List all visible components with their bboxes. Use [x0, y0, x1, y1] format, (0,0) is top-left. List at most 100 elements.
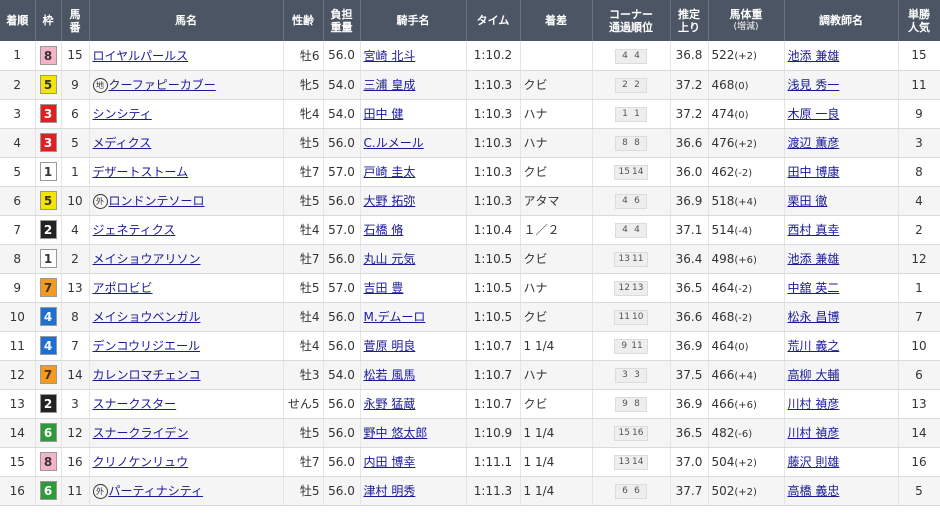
horse-link[interactable]: クーファピーカブー — [109, 78, 216, 92]
trainer-link[interactable]: 木原 一良 — [788, 107, 840, 121]
trainer-cell: 西村 真幸 — [784, 215, 899, 245]
jockey-cell: 野中 悠太郎 — [360, 418, 467, 448]
rank-cell: 11 — [0, 331, 36, 361]
frame-badge: 3 — [39, 104, 57, 123]
trainer-link[interactable]: 池添 兼雄 — [788, 49, 840, 63]
corner-positions: 46 — [615, 194, 647, 209]
corner-positions: 9 11 — [614, 339, 648, 354]
trainer-link[interactable]: 中舘 英二 — [788, 281, 840, 295]
horse-num-cell: 16 — [61, 447, 90, 477]
jockey-link[interactable]: 大野 拓弥 — [364, 194, 416, 208]
horse-num-cell: 1 — [61, 157, 90, 187]
body-weight-cell: 504(+2) — [708, 447, 785, 477]
horse-num-cell: 7 — [61, 331, 90, 361]
jockey-link[interactable]: 石橋 脩 — [364, 223, 404, 237]
trainer-link[interactable]: 栗田 徹 — [788, 194, 828, 208]
header-body-weight: 馬体重 (増減) — [708, 0, 785, 41]
popularity-cell: 5 — [898, 476, 940, 506]
rank-cell: 6 — [0, 186, 36, 216]
trainer-link[interactable]: 荒川 義之 — [788, 339, 840, 353]
trainer-link[interactable]: 池添 兼雄 — [788, 252, 840, 266]
body-weight: 522 — [711, 48, 735, 63]
horse-cell: デザートストーム — [89, 157, 284, 187]
body-weight: 504 — [711, 454, 735, 469]
jockey-link[interactable]: 松若 風馬 — [364, 368, 416, 382]
body-weight-cell: 462(-2) — [708, 157, 785, 187]
horse-num-cell: 6 — [61, 99, 90, 129]
body-weight-change: (-2) — [734, 283, 753, 295]
trainer-link[interactable]: 西村 真幸 — [788, 223, 840, 237]
header-frame: 枠 — [35, 0, 62, 41]
rank-cell: 9 — [0, 273, 36, 303]
horse-link[interactable]: アポロビビ — [93, 281, 153, 295]
corner-pos: 6 — [634, 486, 640, 496]
jockey-link[interactable]: 宮崎 北斗 — [364, 49, 416, 63]
trainer-cell: 川村 禎彦 — [784, 418, 899, 448]
trainer-link[interactable]: 渡辺 薫彦 — [788, 136, 840, 150]
trainer-link[interactable]: 高柳 大輔 — [788, 368, 840, 382]
horse-num-cell: 8 — [61, 302, 90, 332]
horse-link[interactable]: シンシティ — [93, 107, 152, 121]
frame-badge: 4 — [39, 336, 57, 355]
horse-link[interactable]: カレンロマチェンコ — [93, 368, 201, 382]
horse-link[interactable]: ロイヤルパールス — [93, 49, 189, 63]
body-weight-change: (+6) — [734, 399, 757, 411]
header-weight-carried: 負担 重量 — [323, 0, 361, 41]
last3f-cell: 37.5 — [670, 360, 709, 390]
trainer-cell: 渡辺 薫彦 — [784, 128, 899, 158]
rank-cell: 4 — [0, 128, 36, 158]
horse-num-cell: 10 — [61, 186, 90, 216]
horse-cell: 地クーファピーカブー — [89, 70, 284, 100]
body-weight-change: (+2) — [734, 51, 757, 63]
trainer-link[interactable]: 浅見 秀一 — [788, 78, 840, 92]
horse-link[interactable]: デザートストーム — [93, 165, 189, 179]
jockey-link[interactable]: 丸山 元気 — [364, 252, 416, 266]
jockey-link[interactable]: 菅原 明良 — [364, 339, 416, 353]
horse-link[interactable]: スナークスター — [93, 397, 177, 411]
horse-num-cell: 5 — [61, 128, 90, 158]
corner-pos: 1 — [634, 109, 640, 119]
time-cell: 1:10.7 — [466, 360, 521, 390]
jockey-link[interactable]: 野中 悠太郎 — [364, 426, 428, 440]
trainer-link[interactable]: 川村 禎彦 — [788, 397, 840, 411]
horse-cell: スナークライデン — [89, 418, 284, 448]
corner-cell: 46 — [592, 186, 671, 216]
horse-link[interactable]: デンコウリジエール — [93, 339, 201, 353]
rank-cell: 13 — [0, 389, 36, 419]
horse-link[interactable]: パーティナシティ — [109, 484, 204, 498]
last3f-cell: 37.7 — [670, 476, 709, 506]
jockey-link[interactable]: 吉田 豊 — [364, 281, 404, 295]
table-row: 6 5 10 外ロンドンテソーロ 牡5 56.0 大野 拓弥 1:10.3 アタマ 4 6 36.9 5… — [0, 186, 940, 216]
jockey-link[interactable]: 三浦 皇成 — [364, 78, 416, 92]
trainer-link[interactable]: 川村 禎彦 — [788, 426, 840, 440]
corner-cell: 12 13 — [592, 273, 671, 303]
horse-link[interactable]: スナークライデン — [93, 426, 189, 440]
jockey-link[interactable]: 田中 健 — [364, 107, 404, 121]
trainer-link[interactable]: 田中 博康 — [788, 165, 840, 179]
horse-link[interactable]: メディクス — [93, 136, 152, 150]
horse-link[interactable]: メイショウアリソン — [93, 252, 201, 266]
trainer-link[interactable]: 高橋 義忠 — [788, 484, 840, 498]
jockey-link[interactable]: 永野 猛蔵 — [364, 397, 416, 411]
frame-cell: 1 — [35, 157, 62, 187]
frame-badge: 6 — [39, 423, 57, 442]
corner-pos: 14 — [632, 167, 644, 177]
jockey-link[interactable]: C.ルメール — [364, 136, 424, 150]
sex-age-cell: 牝4 — [283, 99, 324, 129]
body-weight-cell: 466(+4) — [708, 360, 785, 390]
trainer-link[interactable]: 藤沢 則雄 — [788, 455, 840, 469]
jockey-link[interactable]: M.デムーロ — [364, 310, 426, 324]
horse-cell: カレンロマチェンコ — [89, 360, 284, 390]
jockey-link[interactable]: 津村 明秀 — [364, 484, 416, 498]
header-corner: コーナー 通過順位 — [592, 0, 671, 41]
horse-link[interactable]: ジェネティクス — [93, 223, 176, 237]
body-weight-cell: 464(0) — [708, 331, 785, 361]
jockey-link[interactable]: 内田 博幸 — [364, 455, 416, 469]
horse-link[interactable]: ロンドンテソーロ — [109, 194, 205, 208]
time-cell: 1:10.5 — [466, 244, 521, 274]
horse-link[interactable]: メイショウベンガル — [93, 310, 201, 324]
jockey-link[interactable]: 戸崎 圭太 — [364, 165, 416, 179]
trainer-link[interactable]: 松永 昌博 — [788, 310, 840, 324]
horse-link[interactable]: クリノケンリュウ — [93, 455, 189, 469]
trainer-cell: 栗田 徹 — [784, 186, 899, 216]
